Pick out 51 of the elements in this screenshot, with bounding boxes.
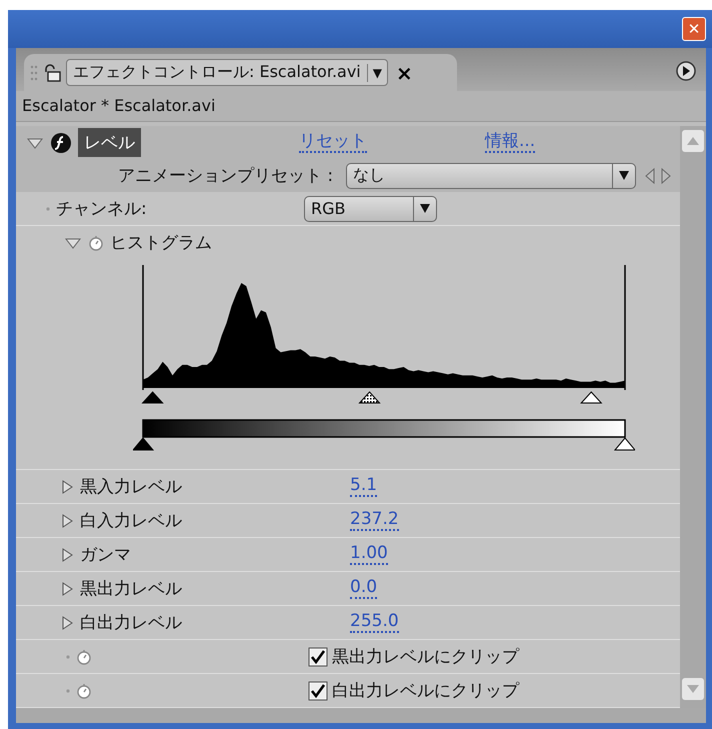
dot-icon (46, 206, 50, 210)
parameter-label: 黒入力レベル (80, 476, 183, 498)
panel-menu-icon[interactable] (674, 59, 698, 83)
parameter-value[interactable]: 5.1 (350, 476, 378, 497)
stopwatch-icon[interactable] (76, 648, 92, 666)
parameter-value[interactable]: 0.0 (350, 578, 378, 599)
channel-dropdown[interactable]: RGB (304, 196, 437, 222)
input-level-slider-handle[interactable] (580, 391, 602, 404)
twirl-right-icon[interactable] (60, 546, 74, 562)
preset-dropdown[interactable]: なし (346, 162, 636, 188)
checkbox-label: 白出力レベルにクリップ (332, 680, 519, 702)
dropdown-arrow-icon (619, 171, 629, 180)
preset-label: アニメーションプリセット : (118, 165, 334, 187)
checkbox[interactable] (308, 646, 328, 666)
stopwatch-icon[interactable] (76, 682, 92, 700)
input-level-slider-handle[interactable] (142, 391, 164, 404)
panel-dropdown[interactable]: エフェクトコントロール: Escalator.avi ▼ (66, 59, 388, 86)
parameter-label: ガンマ (80, 544, 132, 566)
twirl-right-icon[interactable] (60, 580, 74, 596)
fx-icon[interactable] (50, 132, 72, 154)
output-level-slider-handle[interactable] (133, 437, 154, 450)
parameter-label: 白入力レベル (80, 510, 183, 532)
input-level-slider-handle[interactable] (358, 391, 381, 404)
close-button[interactable]: ✕ (682, 17, 706, 41)
parameter-label: 黒出力レベル (80, 578, 183, 600)
dot-icon (66, 688, 70, 692)
stopwatch-icon[interactable] (88, 234, 104, 252)
effect-name[interactable]: レベル (78, 128, 141, 157)
breadcrumb: Escalator * Escalator.avi (16, 91, 706, 121)
parameter-label: 白出力レベル (80, 612, 183, 634)
grip-icon[interactable] (30, 64, 38, 82)
panel-tab[interactable]: エフェクトコントロール: Escalator.avi ▼ × (24, 54, 457, 91)
close-tab-button[interactable]: × (392, 60, 417, 84)
twirl-right-icon[interactable] (60, 512, 74, 528)
padlock-icon[interactable] (42, 62, 62, 82)
twirl-down-icon[interactable] (26, 136, 44, 150)
twirl-right-icon[interactable] (60, 614, 74, 630)
parameter-value[interactable]: 237.2 (350, 510, 399, 531)
dropdown-arrow-icon (420, 204, 430, 213)
parameter-value[interactable]: 1.00 (350, 544, 388, 565)
twirl-down-icon[interactable] (64, 236, 82, 250)
twirl-right-icon[interactable] (60, 478, 74, 494)
checkbox-label: 黒出力レベルにクリップ (332, 646, 519, 668)
histogram-label: ヒストグラム (110, 232, 212, 254)
info-link[interactable]: 情報... (485, 132, 536, 153)
output-level-slider-handle[interactable] (614, 437, 635, 450)
checkbox[interactable] (308, 680, 328, 700)
channel-label: チャンネル: (56, 198, 148, 220)
parameter-value[interactable]: 255.0 (350, 612, 399, 633)
dot-icon (66, 654, 70, 658)
reset-link[interactable]: リセット (299, 132, 367, 153)
